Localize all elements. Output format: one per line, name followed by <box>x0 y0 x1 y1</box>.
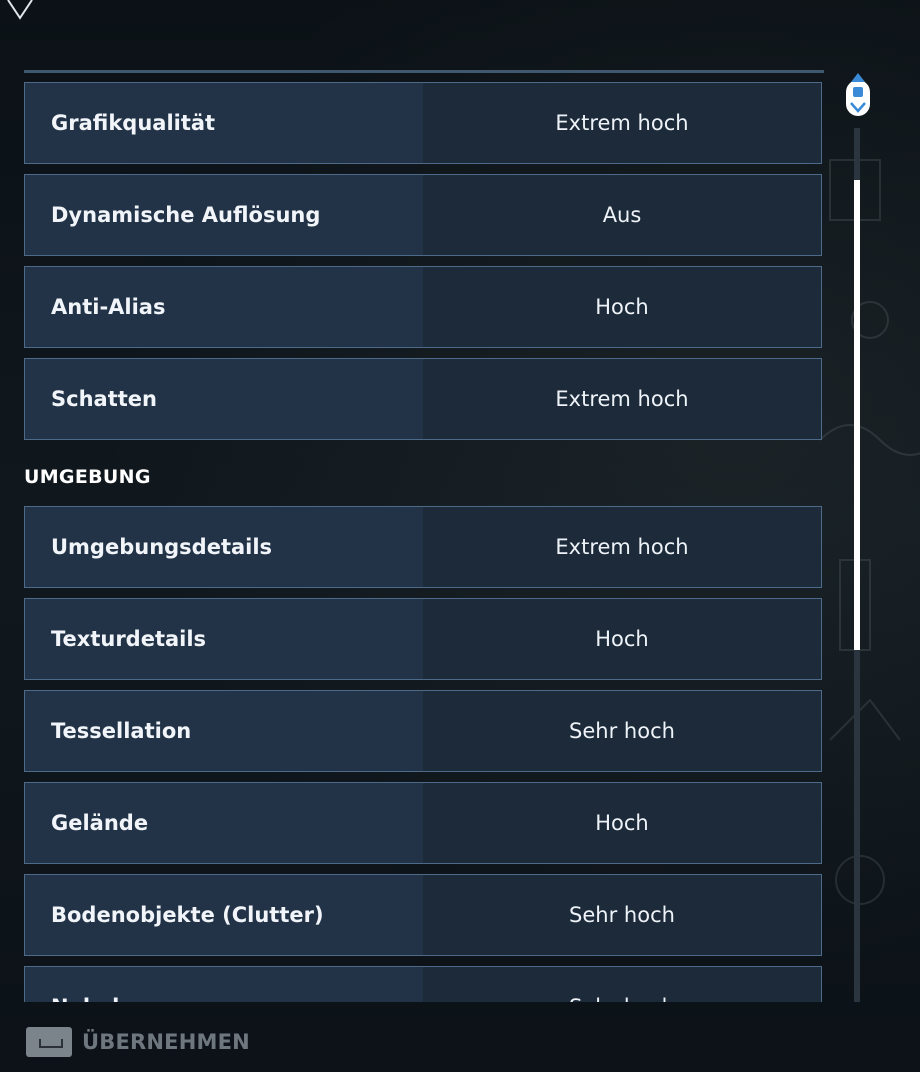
setting-value[interactable]: Sehr hoch <box>423 967 821 1002</box>
setting-row-tessellation[interactable]: Tessellation Sehr hoch <box>24 690 822 772</box>
setting-label: Gelände <box>51 811 149 835</box>
setting-label: Bodenobjekte (Clutter) <box>51 903 324 927</box>
setting-value[interactable]: Hoch <box>423 783 821 863</box>
list-top-divider <box>24 70 824 73</box>
setting-row-grafikqualitaet[interactable]: Grafikqualität Extrem hoch <box>24 82 822 164</box>
setting-row-bodenobjekte[interactable]: Bodenobjekte (Clutter) Sehr hoch <box>24 874 822 956</box>
apply-label: ÜBERNEHMEN <box>82 1030 250 1054</box>
setting-row-gelaende[interactable]: Gelände Hoch <box>24 782 822 864</box>
setting-row-umgebungsdetails[interactable]: Umgebungsdetails Extrem hoch <box>24 506 822 588</box>
setting-label: Grafikqualität <box>51 111 216 135</box>
setting-label: Anti-Alias <box>51 295 166 319</box>
scroll-arrows-icon[interactable] <box>845 72 871 118</box>
setting-row-anti-alias[interactable]: Anti-Alias Hoch <box>24 266 822 348</box>
setting-value[interactable]: Extrem hoch <box>423 507 821 587</box>
setting-label: Tessellation <box>51 719 192 743</box>
section-header-umgebung: UMGEBUNG <box>24 466 151 488</box>
setting-row-dynamische-aufloesung[interactable]: Dynamische Auflösung Aus <box>24 174 822 256</box>
setting-row-nebel[interactable]: Nebel Sehr hoch <box>24 966 822 1002</box>
setting-value[interactable]: Extrem hoch <box>423 359 821 439</box>
game-logo-icon <box>7 0 33 20</box>
settings-list: Grafikqualität Extrem hoch Dynamische Au… <box>0 74 840 1002</box>
setting-label: Schatten <box>51 387 157 411</box>
setting-label: Umgebungsdetails <box>51 535 273 559</box>
setting-value[interactable]: Hoch <box>423 599 821 679</box>
setting-label: Dynamische Auflösung <box>51 203 321 227</box>
spacebar-icon <box>26 1027 72 1057</box>
apply-button[interactable]: ÜBERNEHMEN <box>26 1026 250 1058</box>
setting-value[interactable]: Sehr hoch <box>423 691 821 771</box>
scrollbar-thumb[interactable] <box>854 180 860 650</box>
setting-row-schatten[interactable]: Schatten Extrem hoch <box>24 358 822 440</box>
setting-value[interactable]: Hoch <box>423 267 821 347</box>
setting-value[interactable]: Sehr hoch <box>423 875 821 955</box>
setting-value[interactable]: Extrem hoch <box>423 83 821 163</box>
setting-value[interactable]: Aus <box>423 175 821 255</box>
setting-label: Nebel <box>51 967 119 1002</box>
setting-label: Texturdetails <box>51 627 207 651</box>
setting-row-texturdetails[interactable]: Texturdetails Hoch <box>24 598 822 680</box>
